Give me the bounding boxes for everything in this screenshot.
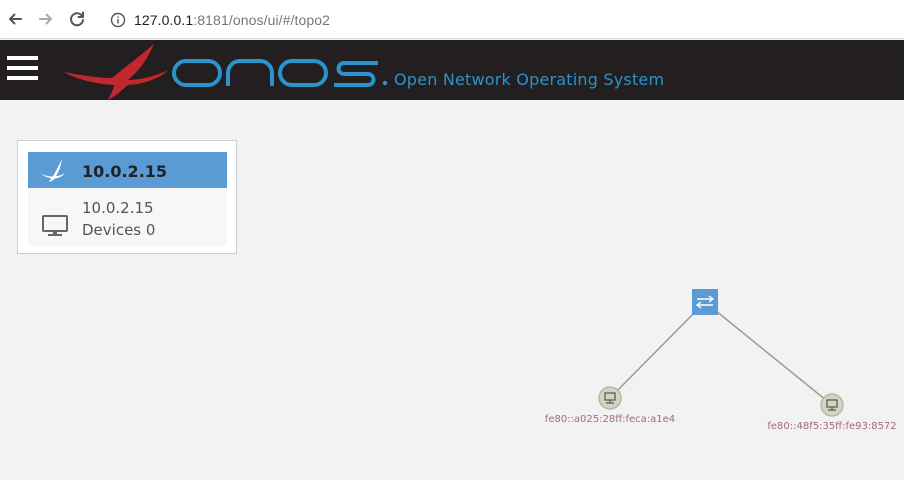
url-text: 127.0.0.1:8181/onos/ui/#/topo2 [134, 12, 330, 28]
host-node-2[interactable] [820, 393, 844, 417]
onos-wordmark [172, 59, 388, 87]
monitor-icon [42, 215, 68, 236]
info-icon[interactable] [110, 12, 126, 28]
reload-icon[interactable] [64, 6, 90, 32]
link-switch-host-2[interactable] [704, 301, 833, 406]
host-label-1: fe80::a025:28ff:feca:a1e4 [545, 414, 675, 425]
back-arrow-icon[interactable] [2, 6, 28, 32]
host-label-2: fe80::48f5:35ff:fe93:8572 [767, 421, 896, 432]
forward-arrow-icon[interactable] [33, 6, 59, 32]
onos-bird-icon [41, 159, 65, 182]
tagline: Open Network Operating System [394, 70, 665, 89]
summary-panel: 10.0.2.15 10.0.2.15 Devices 0 [17, 140, 237, 254]
devices-count: Devices 0 [82, 221, 156, 239]
url-host: 127.0.0.1 [134, 12, 194, 28]
masthead: Open Network Operating System [0, 40, 904, 100]
url-path: :8181/onos/ui/#/topo2 [193, 12, 331, 28]
onos-bird-logo-icon [64, 44, 168, 100]
instance-ip: 10.0.2.15 [82, 199, 154, 217]
browser-toolbar: 127.0.0.1:8181/onos/ui/#/topo2 [0, 0, 904, 39]
panel-title: 10.0.2.15 [82, 162, 168, 181]
hamburger-menu-icon[interactable] [7, 56, 38, 84]
address-bar[interactable]: 127.0.0.1:8181/onos/ui/#/topo2 [100, 5, 900, 35]
switch-device[interactable] [692, 289, 718, 315]
link-switch-host-1[interactable] [609, 301, 706, 399]
cluster-node-header[interactable]: 10.0.2.15 [28, 152, 227, 188]
panel-body: 10.0.2.15 Devices 0 [28, 188, 227, 246]
host-node-1[interactable] [598, 386, 622, 410]
